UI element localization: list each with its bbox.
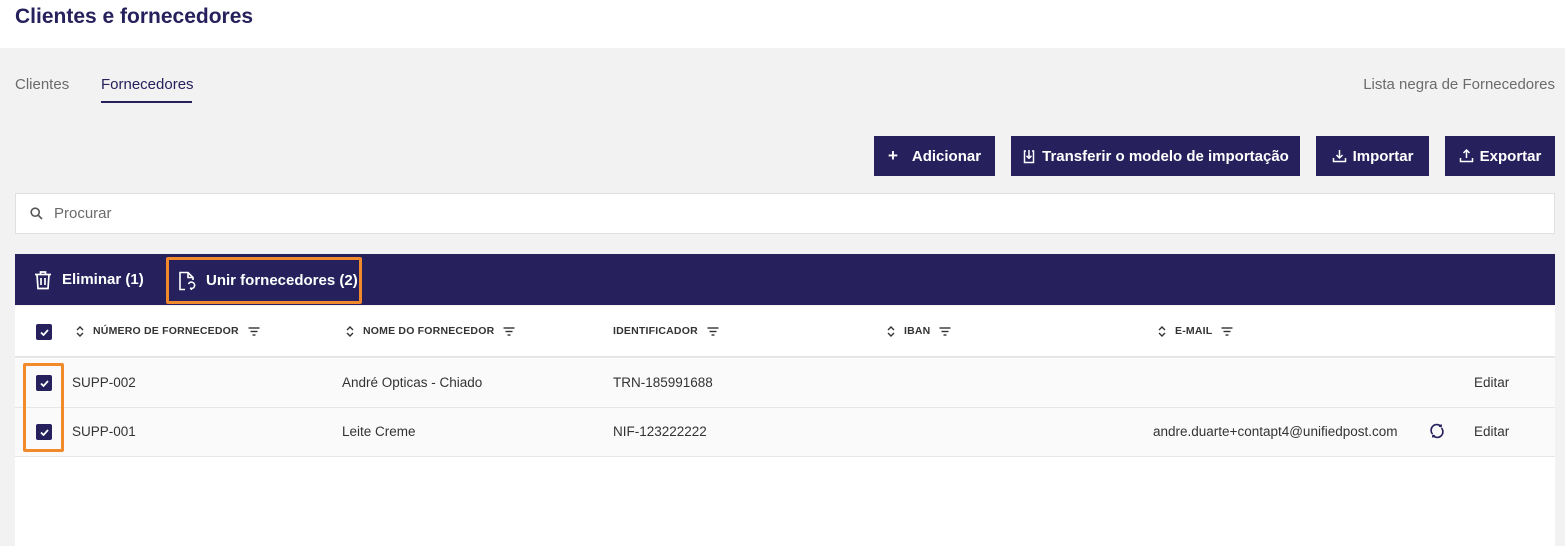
table-row: SUPP-001 Leite Creme NIF-123222222 andre…	[15, 408, 1555, 457]
add-button-label: Adicionar	[911, 147, 982, 165]
column-label: NOME DO FORNECEDOR	[363, 325, 495, 337]
download-import-template-label: Transferir o modelo de importação	[1042, 147, 1289, 165]
filter-icon[interactable]	[248, 326, 260, 336]
column-supplier-name[interactable]: NOME DO FORNECEDOR	[346, 325, 515, 337]
download-icon	[1332, 150, 1346, 163]
merge-suppliers-button[interactable]: Unir fornecedores (2)	[166, 257, 362, 304]
table-row: SUPP-002 André Opticas - Chiado TRN-1859…	[15, 359, 1555, 408]
tab-suppliers[interactable]: Fornecedores	[101, 76, 194, 93]
selection-highlight	[23, 363, 64, 452]
column-iban[interactable]: IBAN	[887, 325, 951, 337]
export-button-label: Exportar	[1479, 147, 1542, 165]
sort-icon	[1158, 325, 1166, 337]
sort-icon	[76, 325, 84, 337]
column-label: IDENTIFICADOR	[613, 325, 698, 337]
supplier-blacklist-link[interactable]: Lista negra de Fornecedores	[1363, 76, 1555, 93]
filter-icon[interactable]	[503, 326, 515, 336]
add-button[interactable]: + Adicionar	[874, 136, 995, 176]
plus-icon: +	[887, 146, 898, 165]
delete-selected-button[interactable]: Eliminar (1)	[34, 254, 144, 305]
import-button-label: Importar	[1352, 147, 1414, 165]
sync-icon[interactable]	[1429, 423, 1445, 439]
check-icon	[39, 328, 49, 336]
filter-icon[interactable]	[707, 326, 719, 336]
page-title: Clientes e fornecedores	[15, 5, 254, 28]
export-button[interactable]: Exportar	[1445, 136, 1555, 176]
page-header: Clientes e fornecedores	[0, 0, 1565, 48]
suppliers-table: NÚMERO DE FORNECEDOR NOME DO FORNECEDOR …	[15, 306, 1555, 546]
upload-icon	[1459, 149, 1473, 163]
import-button[interactable]: Importar	[1316, 136, 1429, 176]
table-header: NÚMERO DE FORNECEDOR NOME DO FORNECEDOR …	[15, 306, 1555, 358]
column-supplier-number[interactable]: NÚMERO DE FORNECEDOR	[76, 325, 260, 337]
column-email[interactable]: E-MAIL	[1158, 325, 1233, 337]
edit-link[interactable]: Editar	[1474, 375, 1509, 390]
edit-link[interactable]: Editar	[1474, 424, 1509, 439]
search-icon	[30, 207, 43, 220]
column-label: NÚMERO DE FORNECEDOR	[93, 325, 239, 337]
active-tab-indicator	[101, 101, 192, 103]
filter-icon[interactable]	[939, 326, 951, 336]
file-download-icon	[1023, 149, 1035, 163]
merge-document-icon	[179, 271, 196, 290]
supplier-name: André Opticas - Chiado	[342, 375, 483, 390]
supplier-number: SUPP-001	[72, 424, 136, 439]
sort-icon	[346, 325, 354, 337]
search-input[interactable]	[54, 205, 1454, 222]
sort-icon	[887, 325, 895, 337]
supplier-name: Leite Creme	[342, 424, 416, 439]
tab-clients[interactable]: Clientes	[15, 76, 69, 93]
search-bar	[15, 193, 1555, 234]
column-label: IBAN	[904, 325, 931, 337]
select-all-checkbox[interactable]	[36, 324, 52, 340]
bulk-action-bar: Eliminar (1) Unir fornecedores (2)	[15, 254, 1555, 305]
download-import-template-button[interactable]: Transferir o modelo de importação	[1011, 136, 1300, 176]
trash-icon	[35, 270, 51, 289]
column-identifier[interactable]: IDENTIFICADOR	[613, 325, 719, 337]
delete-selected-label: Eliminar (1)	[62, 271, 144, 288]
supplier-email: andre.duarte+contapt4@unifiedpost.com	[1153, 424, 1398, 439]
supplier-identifier: TRN-185991688	[613, 375, 713, 390]
merge-suppliers-label: Unir fornecedores (2)	[206, 272, 358, 289]
supplier-number: SUPP-002	[72, 375, 136, 390]
filter-icon[interactable]	[1221, 326, 1233, 336]
supplier-identifier: NIF-123222222	[613, 424, 707, 439]
column-label: E-MAIL	[1175, 325, 1213, 337]
